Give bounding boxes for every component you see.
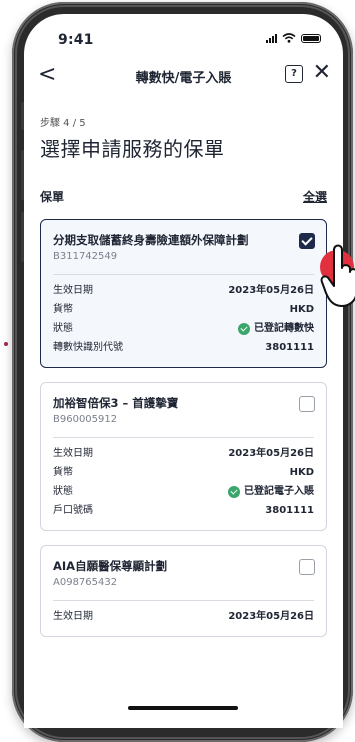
policy-checkbox[interactable]: [299, 559, 315, 575]
page-title: 選擇申請服務的保單: [40, 137, 225, 161]
status-icons: [266, 33, 321, 43]
detail-value: 2023年05月26日: [228, 285, 314, 296]
home-indicator: [128, 706, 238, 710]
detail-row: 生效日期 2023年05月26日: [53, 607, 314, 626]
policy-name: AIA自願醫保尊顯計劃: [53, 559, 168, 573]
detail-label: 生效日期: [53, 285, 93, 296]
detail-label: 狀態: [53, 323, 73, 334]
policy-number: B311742549: [53, 251, 118, 262]
detail-label: 轉數快識別代號: [53, 342, 123, 353]
policy-name: 加裕智倍保3 – 首護摯寶: [53, 396, 179, 410]
detail-label: 狀態: [53, 486, 73, 497]
signal-icon: [266, 33, 277, 43]
decorative-dot: [4, 342, 8, 346]
status-time: 9:41: [58, 32, 94, 48]
detail-row: 生效日期 2023年05月26日: [53, 281, 314, 300]
divider: [53, 600, 314, 601]
hand-pointer-icon: [320, 244, 355, 307]
detail-value: HKD: [289, 467, 314, 478]
help-icon[interactable]: ?: [285, 65, 303, 83]
detail-value: 3801111: [265, 505, 314, 516]
detail-label: 生效日期: [53, 448, 93, 459]
status-value: 已登記轉數快: [238, 319, 314, 338]
detail-label: 生效日期: [53, 611, 93, 622]
check-circle-icon: [228, 485, 240, 498]
policy-checkbox[interactable]: [299, 233, 315, 249]
main-content: 步驟 4 / 5 選擇申請服務的保單 保單 全選 分期支取儲蓄終身壽險連額外保障…: [24, 114, 343, 637]
policy-number: B960005912: [53, 414, 118, 425]
detail-row: 狀態 已登記轉數快: [53, 319, 314, 338]
detail-row: 轉數快識別代號 3801111: [53, 338, 314, 357]
app-screen: 9:41 < 轉數快/電子入賬 ? ✕ 步驟 4 / 5 選擇申請服務的保單 保…: [24, 14, 343, 728]
detail-row: 生效日期 2023年05月26日: [53, 444, 314, 463]
divider: [53, 274, 314, 275]
detail-label: 貨幣: [53, 467, 73, 478]
detail-row: 貨幣 HKD: [53, 463, 314, 482]
detail-row: 戶口號碼 3801111: [53, 501, 314, 520]
check-circle-icon: [238, 322, 250, 335]
wifi-icon: [282, 33, 296, 43]
section-title: 保單: [40, 190, 65, 204]
status-value: 已登記電子入賬: [228, 482, 314, 501]
policy-checkbox[interactable]: [299, 396, 315, 412]
detail-value: 2023年05月26日: [228, 448, 314, 459]
detail-row: 狀態 已登記電子入賬: [53, 482, 314, 501]
detail-label: 戶口號碼: [53, 505, 93, 516]
policy-section-header: 保單 全選: [40, 188, 327, 205]
detail-row: 貨幣 HKD: [53, 300, 314, 319]
detail-value: 3801111: [265, 342, 314, 353]
policy-number: A098765432: [53, 577, 118, 588]
detail-value: HKD: [289, 304, 314, 315]
detail-label: 貨幣: [53, 304, 73, 315]
close-icon[interactable]: ✕: [313, 60, 331, 85]
detail-value: 2023年05月26日: [228, 611, 314, 622]
nav-bar: < 轉數快/電子入賬 ? ✕: [24, 54, 343, 98]
step-indicator: 步驟 4 / 5: [40, 118, 86, 129]
select-all-link[interactable]: 全選: [303, 188, 327, 205]
policy-card[interactable]: 加裕智倍保3 – 首護摯寶 B960005912 生效日期 2023年05月26…: [40, 382, 327, 531]
policy-card[interactable]: 分期支取儲蓄終身壽險連額外保障計劃 B311742549 生效日期 2023年0…: [40, 219, 327, 368]
battery-icon: [301, 33, 321, 43]
status-text: 已登記電子入賬: [244, 486, 314, 497]
divider: [53, 437, 314, 438]
status-bar: 9:41: [24, 14, 343, 54]
status-text: 已登記轉數快: [254, 323, 314, 334]
policy-name: 分期支取儲蓄終身壽險連額外保障計劃: [53, 233, 249, 247]
policy-card[interactable]: AIA自願醫保尊顯計劃 A098765432 生效日期 2023年05月26日: [40, 545, 327, 637]
